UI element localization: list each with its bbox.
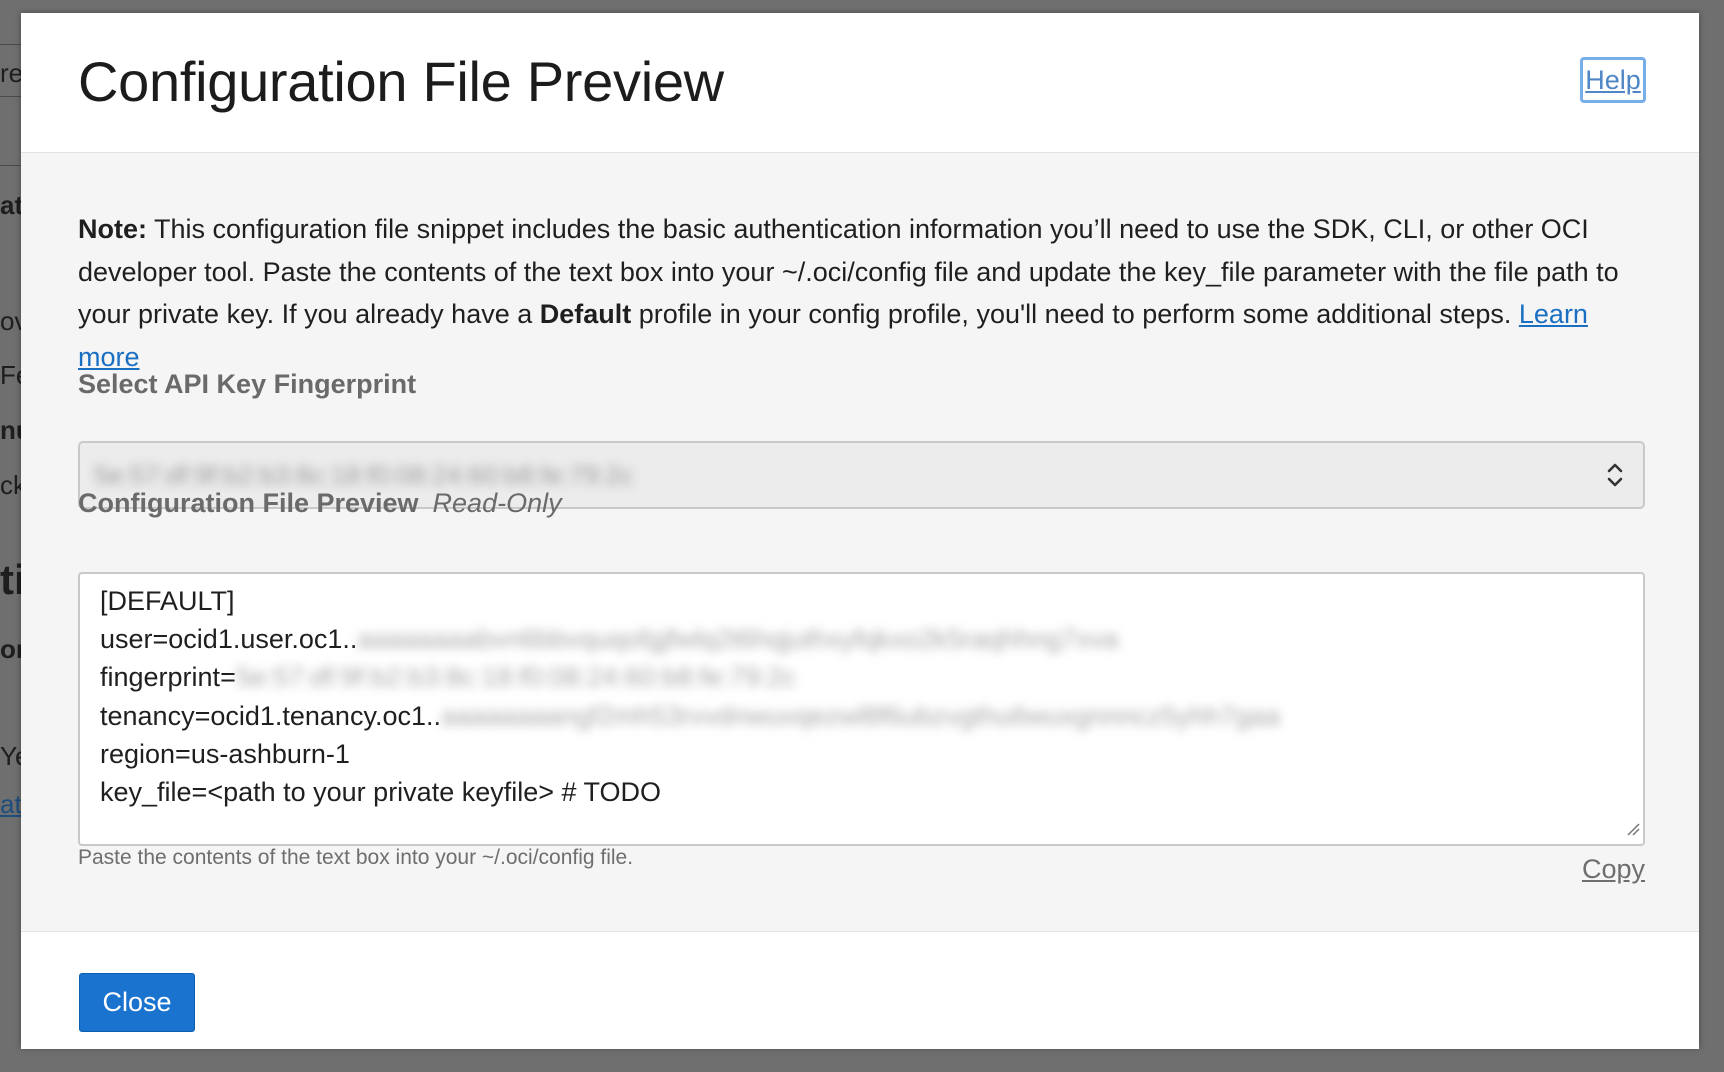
config-key: user=ocid1.user.oc1.. [100,624,358,654]
config-key: tenancy=ocid1.tenancy.oc1.. [100,701,441,731]
preview-label: Configuration File Preview Read-Only [78,488,562,519]
note-label: Note: [78,214,147,244]
fingerprint-select-label: Select API Key Fingerprint [78,369,417,399]
resize-grip-icon[interactable] [1626,822,1640,841]
note-text-continued: profile in your config profile, you'll n… [631,299,1519,329]
redacted-value: 5e:57:df:9f:b2:b3:8c:18:f0:08:24:60:b8:f… [235,662,796,692]
config-key: fingerprint= [100,662,236,692]
config-preview-textarea[interactable]: [DEFAULT] user=ocid1.user.oc1..aaaaaaaab… [78,572,1645,846]
config-preview-dialog: Configuration File Preview Help Note: Th… [21,13,1699,1049]
read-only-label: Read-Only [432,488,562,518]
help-link[interactable]: Help [1580,57,1646,103]
background-divider [0,44,22,45]
redacted-value: aaaaaaaangf2mh53rvvdnwuvqezwl8f6ubzvgthu… [440,701,1281,731]
copy-link[interactable]: Copy [1582,854,1645,885]
config-line: [DEFAULT] [100,586,235,616]
background-text: at [0,190,24,220]
background-divider [0,96,22,97]
background-text: re [0,58,24,88]
config-line: tenancy=ocid1.tenancy.oc1..aaaaaaaangf2m… [100,701,1280,732]
fingerprint-select-value: 5e:57:df:9f:b2:b3:8c:18:f0:08:24:60:b8:f… [94,460,634,490]
config-line: user=ocid1.user.oc1..aaaaaaaabvn6bbvquqo… [100,624,1119,655]
background-divider [0,165,22,166]
config-line: key_file=<path to your private keyfile> … [100,777,662,807]
redacted-value: aaaaaaaabvn6bbvquqofgjfwlq2t6hqjuthxyfqk… [357,624,1119,654]
preview-label-text: Configuration File Preview [78,488,419,518]
close-button[interactable]: Close [79,973,195,1032]
config-line: region=us-ashburn-1 [100,739,350,769]
dialog-header: Configuration File Preview Help [21,13,1699,153]
note-default-keyword: Default [539,299,632,329]
background-link: at [0,789,22,819]
dialog-title: Configuration File Preview [78,50,724,113]
dialog-footer: Close [21,931,1699,1049]
config-line: fingerprint=5e:57:df:9f:b2:b3:8c:18:f0:0… [100,662,796,693]
note-paragraph: Note: This configuration file snippet in… [78,208,1645,378]
paste-hint: Paste the contents of the text box into … [78,846,634,869]
up-down-chevron-icon [1605,459,1625,496]
